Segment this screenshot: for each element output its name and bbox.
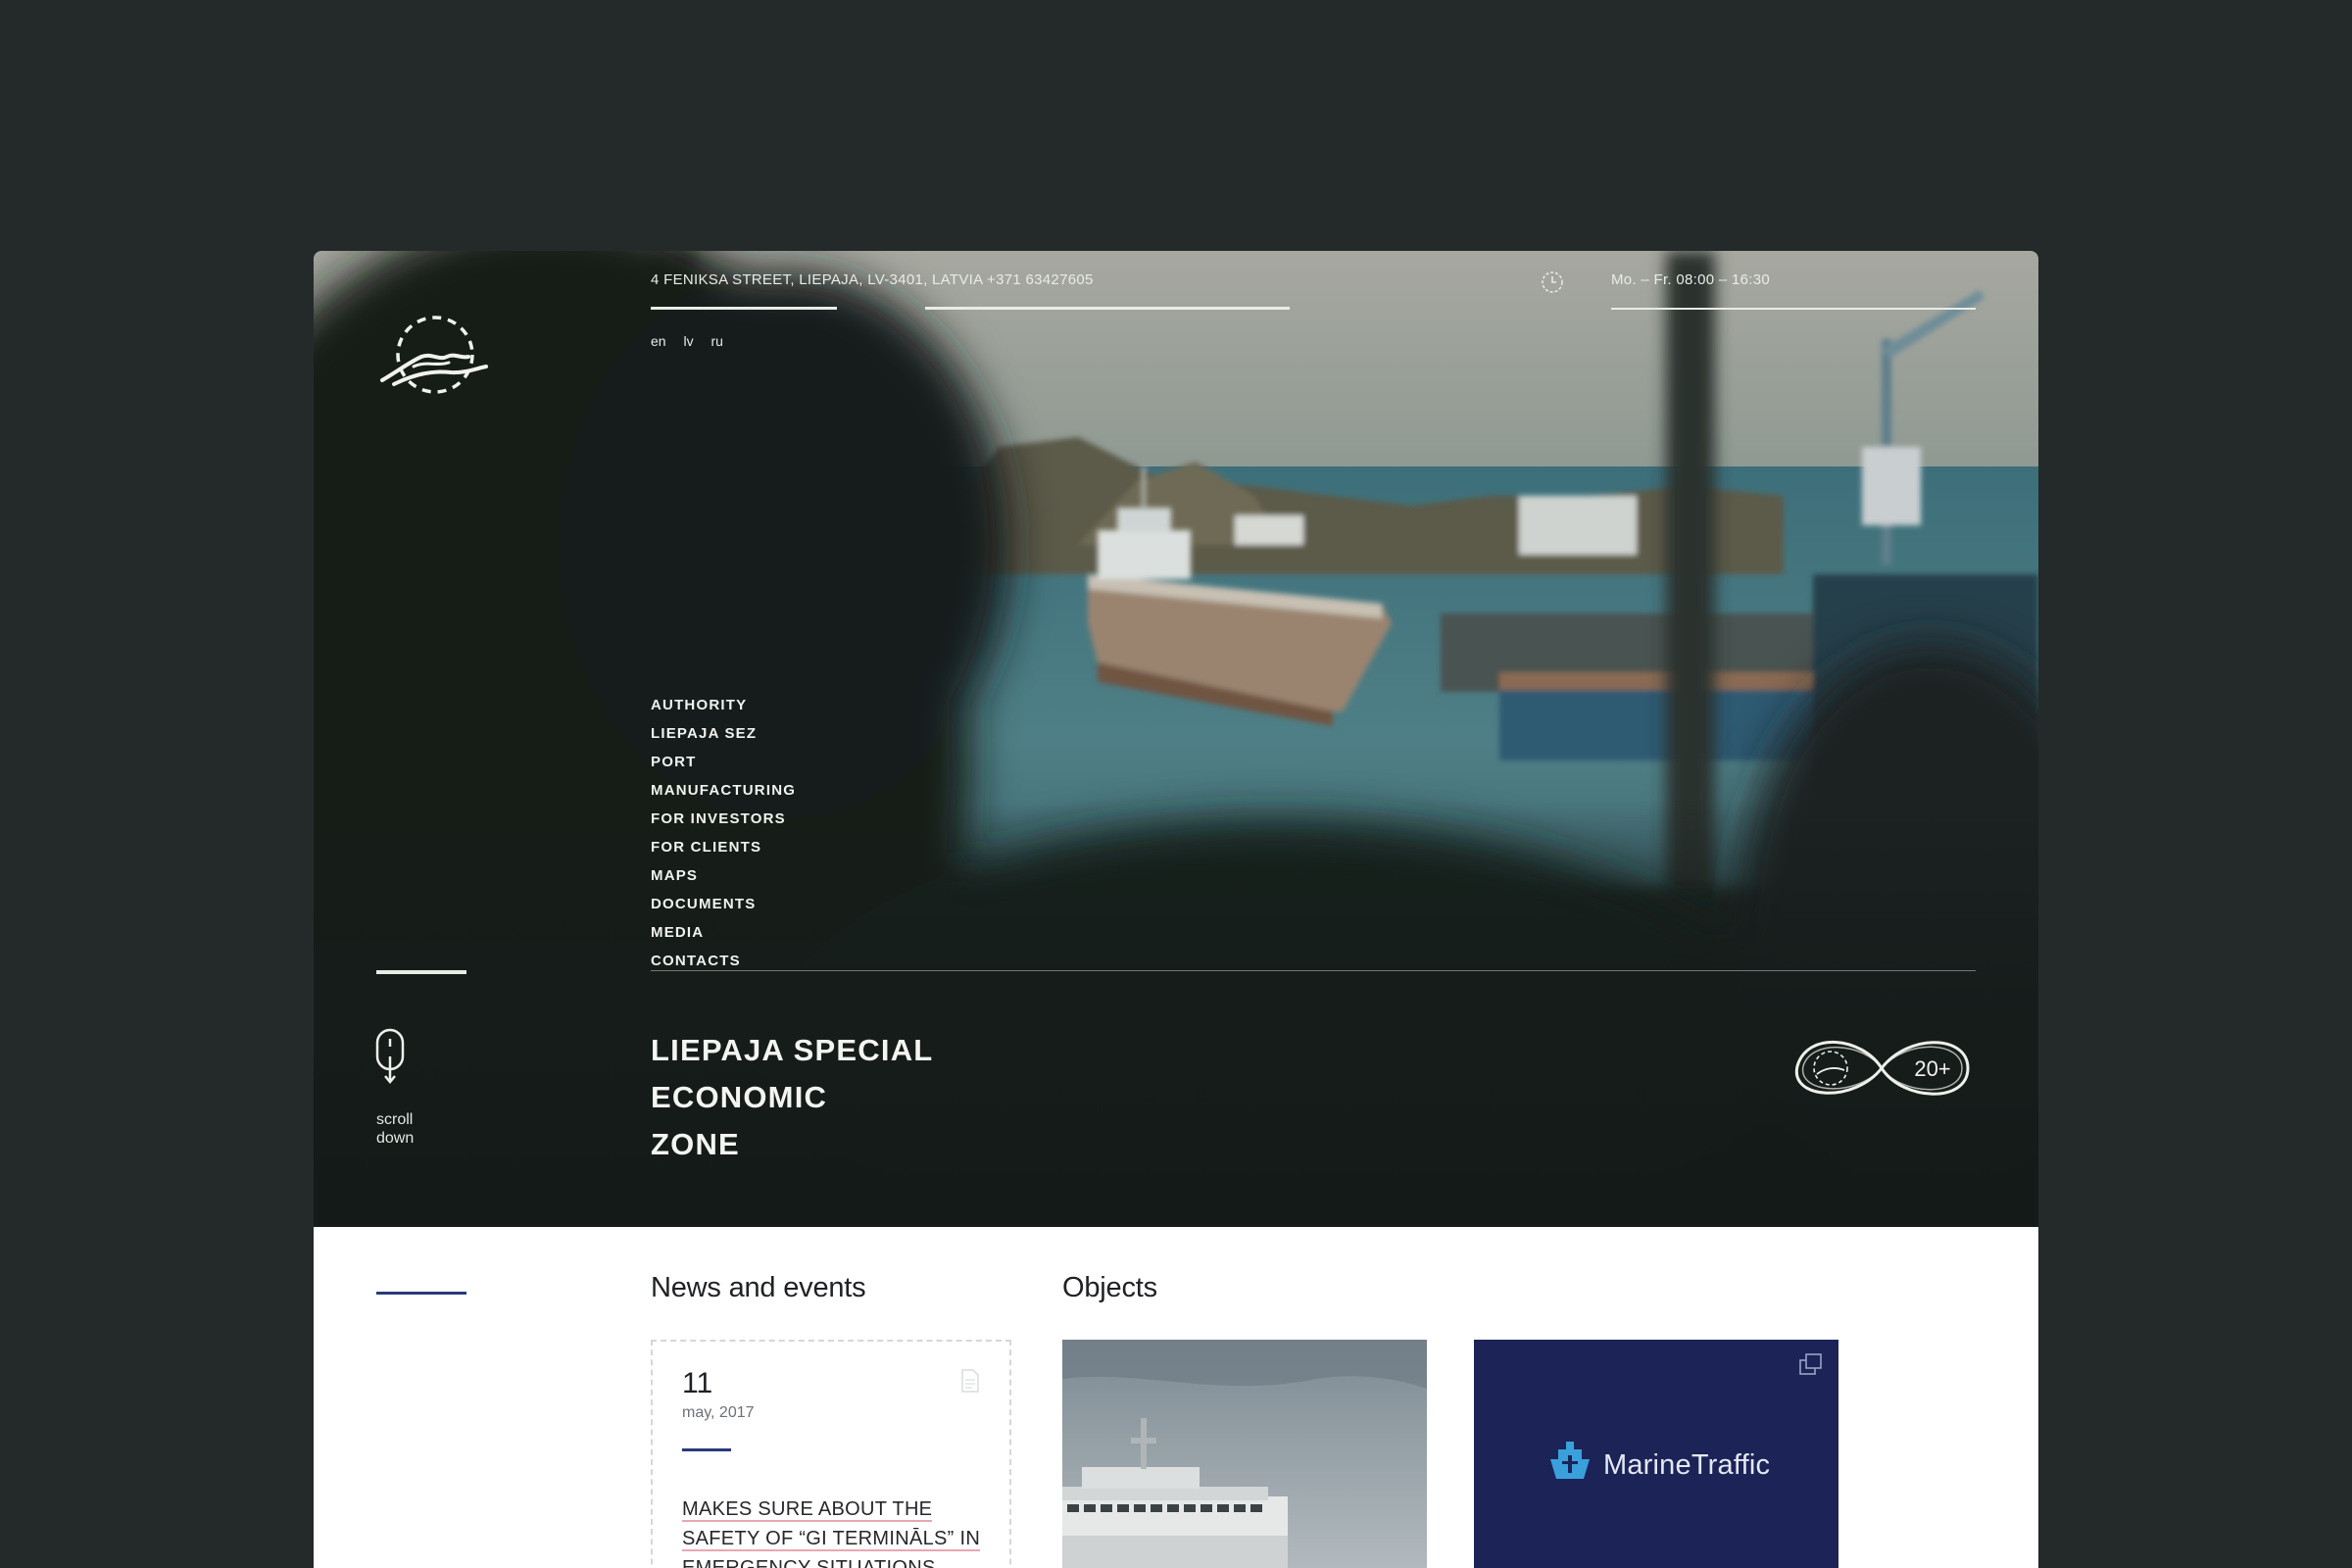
nav-authority[interactable]: AUTHORITY <box>651 691 796 719</box>
object-card-marinetraffic[interactable]: MarineTraffic <box>1474 1340 1838 1568</box>
hero-title-line-2: ECONOMIC <box>651 1080 828 1114</box>
content-section: News and events Objects 11 may, 2017 MAK… <box>314 1227 2038 1568</box>
nav-for-investors[interactable]: FOR INVESTORS <box>651 805 796 833</box>
news-heading[interactable]: News and events <box>651 1272 866 1304</box>
section-accent-line <box>376 1292 466 1295</box>
anniversary-badge: 20+ <box>1794 1041 1970 1096</box>
main-nav: AUTHORITY LIEPAJA SEZ PORT MANUFACTURING… <box>651 691 796 975</box>
working-hours: Mo. – Fr. 08:00 – 16:30 <box>1611 271 1770 288</box>
scroll-down-label[interactable]: scroll down <box>376 1110 435 1148</box>
lang-lv[interactable]: lv <box>683 333 693 349</box>
news-month: may, 2017 <box>682 1404 755 1421</box>
header-address[interactable]: 4 FENIKSA STREET, LIEPAJA, LV-3401, LATV… <box>651 271 1094 288</box>
address-underline-right <box>925 307 1290 310</box>
address-underline-left <box>651 307 837 310</box>
clock-icon <box>1542 271 1563 293</box>
website-frame: 4 FENIKSA STREET, LIEPAJA, LV-3401, LATV… <box>314 251 2038 1568</box>
nav-documents[interactable]: DOCUMENTS <box>651 890 796 918</box>
news-accent-bar <box>682 1448 731 1451</box>
objects-heading[interactable]: Objects <box>1062 1272 1157 1304</box>
hero-title: LIEPAJA SPECIAL ECONOMIC ZONE <box>651 1027 1062 1168</box>
hero-left-divider <box>376 970 466 974</box>
lang-en[interactable]: en <box>651 333 666 349</box>
marinetraffic-label: MarineTraffic <box>1603 1449 1771 1481</box>
mouse-scroll-icon[interactable] <box>374 1027 408 1086</box>
hero-background-image <box>314 251 2038 1227</box>
news-title: MAKES SURE ABOUT THE SAFETY OF “GI TERMI… <box>682 1498 981 1568</box>
news-card[interactable]: 11 may, 2017 MAKES SURE ABOUT THE SAFETY… <box>651 1340 1011 1568</box>
marinetraffic-logo-icon <box>1550 1442 1590 1479</box>
nav-for-clients[interactable]: FOR CLIENTS <box>651 833 796 861</box>
scroll-label-line-2: down <box>376 1130 415 1147</box>
hero-title-line-3: ZONE <box>651 1127 740 1161</box>
hero-divider <box>651 970 1976 971</box>
news-title-link[interactable]: MAKES SURE ABOUT THE SAFETY OF “GI TERMI… <box>682 1494 994 1568</box>
nav-liepaja-sez[interactable]: LIEPAJA SEZ <box>651 719 796 748</box>
external-link-icon[interactable] <box>1797 1351 1825 1377</box>
lang-ru[interactable]: ru <box>710 333 722 349</box>
news-day: 11 <box>682 1367 713 1399</box>
ferry-image <box>1062 1340 1427 1568</box>
document-icon <box>961 1369 979 1393</box>
nav-manufacturing[interactable]: MANUFACTURING <box>651 776 796 805</box>
scroll-label-line-1: scroll <box>376 1111 414 1128</box>
nav-port[interactable]: PORT <box>651 748 796 776</box>
hero-section: 4 FENIKSA STREET, LIEPAJA, LV-3401, LATV… <box>314 251 2038 1227</box>
hours-underline <box>1611 308 1976 310</box>
badge-text: 20+ <box>1914 1056 1950 1081</box>
hero-title-line-1: LIEPAJA SPECIAL <box>651 1033 934 1067</box>
language-switcher: en lv ru <box>651 333 737 349</box>
nav-media[interactable]: MEDIA <box>651 918 796 947</box>
port-logo-icon[interactable] <box>374 312 492 400</box>
nav-maps[interactable]: MAPS <box>651 861 796 890</box>
object-card-ferry[interactable] <box>1062 1340 1427 1568</box>
